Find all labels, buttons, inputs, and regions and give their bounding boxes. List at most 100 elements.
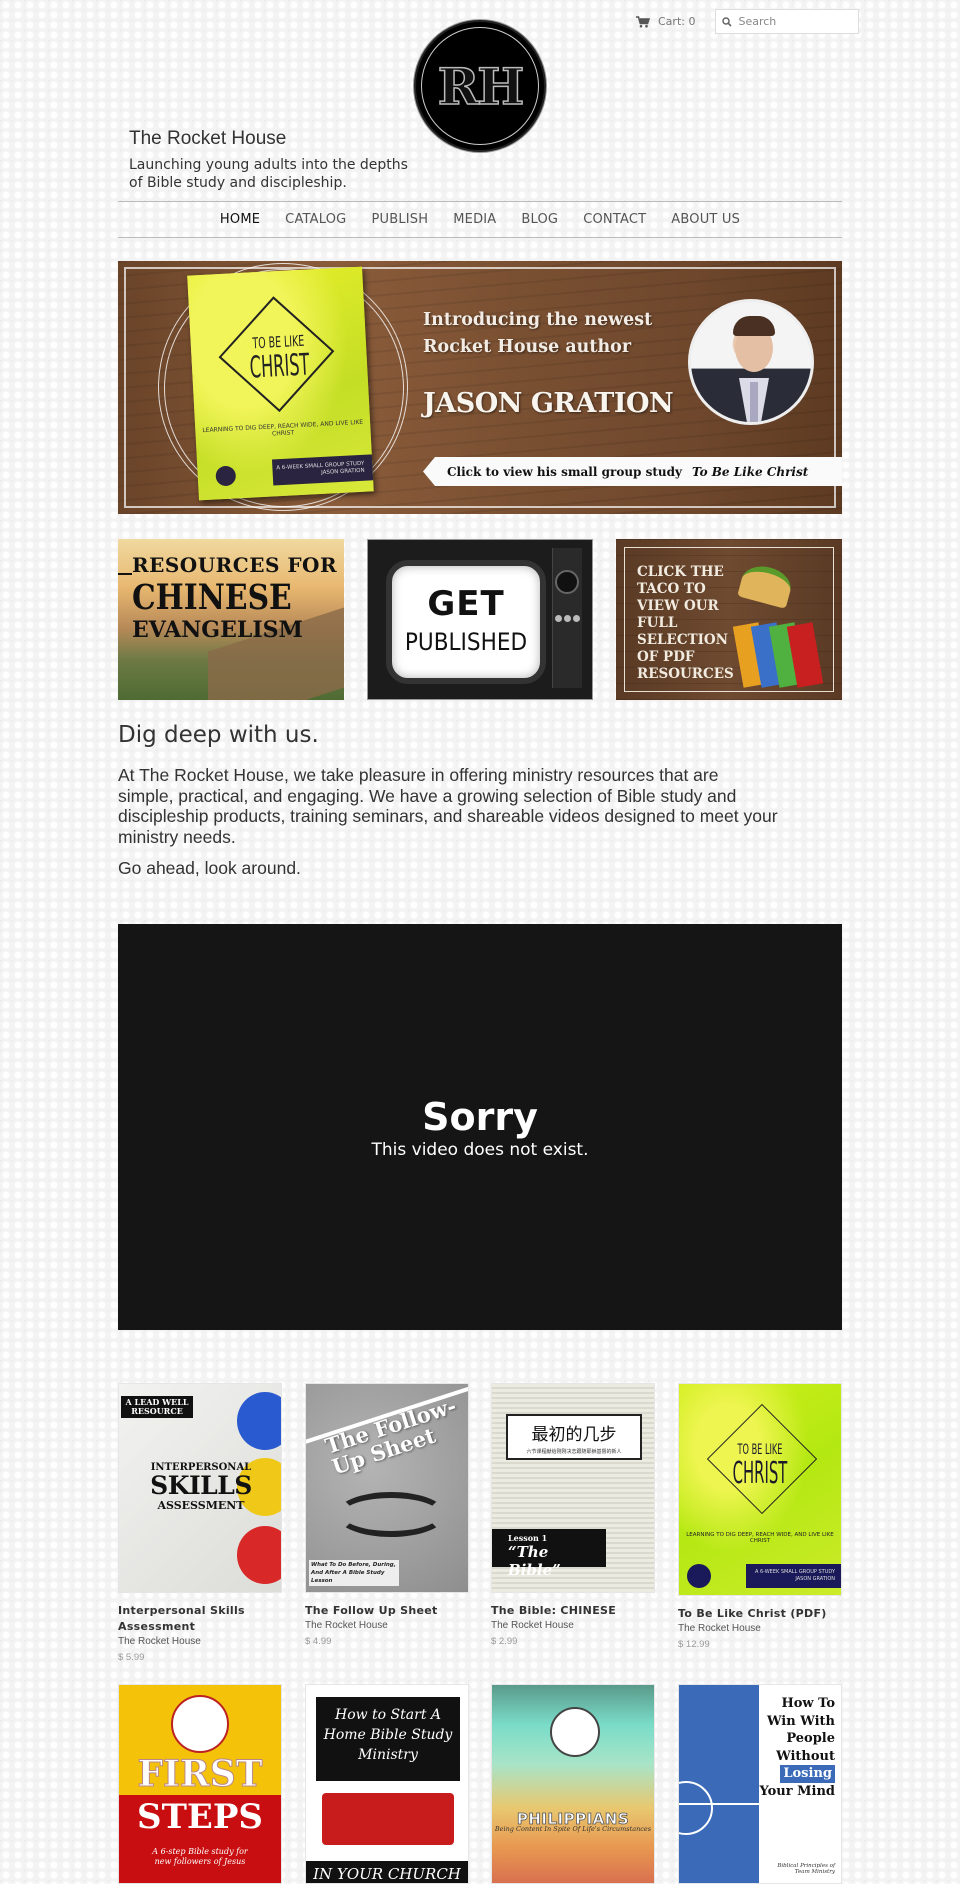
cover-title-highlight: Losing [780,1765,835,1783]
footprints-icon [171,1695,229,1753]
author-tie [750,382,758,422]
tile-line-3: EVANGELISM [132,617,303,643]
nav-blog[interactable]: BLOG [521,212,558,227]
red-dot [237,1526,281,1584]
product-name[interactable]: To Be Like Christ (PDF) [678,1606,842,1622]
video-error-title: Sorry [422,1095,538,1139]
product-image[interactable]: The Follow-Up Sheet What To Do Before, D… [305,1383,469,1593]
cover-title: The Follow-Up Sheet [322,1392,460,1480]
intro-line-2: Rocket House author [423,337,632,357]
product-price: $ 4.99 [305,1636,332,1647]
tile-caption: CLICK THE TACO TO VIEW OUR FULL SELECTIO… [637,564,734,682]
cover-title-c: ASSESSMENT [157,1499,245,1512]
video-embed[interactable]: Sorry This video does not exist. [118,924,842,1330]
tile-text: CLICK THE TACO TO VIEW OUR FULL SELECTIO… [637,564,737,683]
title-rule [118,573,132,575]
site-logo[interactable]: RH [414,20,546,152]
cover-subtitle: IN YOUR CHURCH [306,1861,468,1883]
publisher-seal [687,1564,711,1588]
cover-subtitle: Biblical Principles of Team Ministry [777,1863,835,1875]
tv-knob-icon [564,615,571,622]
product-card[interactable]: 最初的几步 六节课程献给刚刚决志跟随耶稣基督的新人 Lesson 1 “The … [491,1383,655,1647]
tile-pdf-resources[interactable]: CLICK THE TACO TO VIEW OUR FULL SELECTIO… [616,539,842,700]
author-photo [688,299,814,425]
product-image[interactable]: 最初的几步 六节课程献给刚刚决志跟随耶稣基督的新人 Lesson 1 “The … [491,1383,655,1593]
section-heading: Dig deep with us. [118,722,319,748]
cover-subtitle: What To Do Before, During, And After A B… [309,1560,399,1586]
cover-title-b: Your Mind [759,1783,835,1799]
publisher-seal [215,465,237,487]
site-tagline: Launching young adults into the depths o… [129,157,408,191]
cover-lesson-number: Lesson 1 [508,1533,548,1543]
intro-paragraph: At The Rocket House, we take pleasure in… [118,765,778,847]
tile-line-1: RESOURCES FOR [132,553,338,577]
product-image[interactable]: FIRST STEPS A 6-step Bible study for new… [118,1684,282,1884]
product-vendor: The Rocket House [678,1623,761,1634]
product-price: $ 12.99 [678,1639,710,1650]
product-image[interactable]: TO BE LIKE CHRIST LEARNING TO DIG DEEP, … [678,1383,842,1596]
main-nav: HOME CATALOG PUBLISH MEDIA BLOG CONTACT … [118,201,842,238]
search-box[interactable] [715,9,860,34]
hero-cta[interactable]: Click to view his small group study To B… [423,457,842,486]
hero-intro: Introducing the newest Rocket House auth… [423,307,652,361]
product-image[interactable]: How to Start A Home Bible Study Ministry… [305,1684,469,1884]
site-title[interactable]: The Rocket House [129,128,286,150]
product-card[interactable]: How To Win With People Without Losing Yo… [678,1684,842,1884]
nav-publish[interactable]: PUBLISH [371,212,428,227]
blue-dot [237,1392,281,1450]
nav-catalog[interactable]: CATALOG [285,212,346,227]
nav-media[interactable]: MEDIA [453,212,496,227]
product-vendor: The Rocket House [305,1620,388,1631]
product-name[interactable]: Interpersonal Skills Assessment [118,1603,282,1635]
product-image[interactable]: PHILIPPIANS Being Content In Spite Of Li… [491,1684,655,1884]
product-price: $ 5.99 [118,1652,145,1663]
product-name[interactable]: The Bible: CHINESE [491,1603,655,1619]
cover-title-2: STEPS [137,1797,263,1837]
nav-home[interactable]: HOME [220,212,260,227]
hero-book-cover: TO BE LIKE CHRIST LEARNING TO DIG DEEP, … [187,266,374,501]
nav-contact[interactable]: CONTACT [583,212,646,227]
author-name: JASON GRATION [423,388,674,419]
product-card[interactable]: The Follow-Up Sheet What To Do Before, D… [305,1383,469,1647]
tv-screen: GET PUBLISHED [386,560,546,684]
cart-link[interactable]: Cart: 0 [636,15,695,28]
nav-about-us[interactable]: ABOUT US [671,212,740,227]
cover-badge: A 6-WEEK SMALL GROUP STUDY JASON GRATION [746,1564,841,1588]
cover-title-1: FIRST [137,1753,263,1796]
cover-title-zh: 最初的几步 [531,1425,617,1445]
tile-get-published[interactable]: GET PUBLISHED [367,539,593,700]
sun-icon [550,1707,600,1757]
cover-subtitle: LEARNING TO DIG DEEP, REACH WIDE, AND LI… [686,1532,834,1544]
cover-title: How to Start A Home Bible Study Ministry [316,1697,460,1781]
search-icon [722,16,733,27]
cover-title: TO BE LIKE CHRIST [679,1442,841,1490]
tile-chinese-evangelism[interactable]: RESOURCES FOR CHINESE EVANGELISM [118,539,344,700]
product-card[interactable]: FIRST STEPS A 6-step Bible study for new… [118,1684,282,1884]
hero-banner[interactable]: TO BE LIKE CHRIST LEARNING TO DIG DEEP, … [118,261,842,514]
product-card[interactable]: TO BE LIKE CHRIST LEARNING TO DIG DEEP, … [678,1383,842,1650]
cover-title-box: 最初的几步 六节课程献给刚刚决志跟随耶稣基督的新人 [506,1414,642,1460]
cover-title-b: SKILLS [150,1471,252,1500]
play-diagram-graphic [679,1685,759,1883]
book-badge: A 6-WEEK SMALL GROUP STUDY JASON GRATION [271,454,374,486]
product-card[interactable]: PHILIPPIANS Being Content In Spite Of Li… [491,1684,655,1884]
search-input[interactable] [738,15,849,28]
cart-icon [636,15,650,27]
product-image[interactable]: How To Win With People Without Losing Yo… [678,1684,842,1884]
tv-dial-icon [555,570,579,594]
product-card[interactable]: How to Start A Home Bible Study Ministry… [305,1684,469,1884]
cycle-arrows-icon [336,1492,446,1537]
product-name[interactable]: The Follow Up Sheet [305,1603,469,1619]
book-title-main: CHRIST [248,347,311,386]
product-vendor: The Rocket House [118,1636,201,1647]
product-image[interactable]: A LEAD WELL RESOURCE INTERPERSONAL SKILL… [118,1383,282,1593]
product-vendor: The Rocket House [491,1620,574,1631]
tile-line-2: PUBLISHED [404,628,528,656]
product-card[interactable]: A LEAD WELL RESOURCE INTERPERSONAL SKILL… [118,1383,282,1663]
tile-line-1: GET [427,584,505,624]
product-price: $ 2.99 [491,1636,518,1647]
tv-knob-icon [555,615,562,622]
cover-title-a: How To Win With People Without [766,1696,835,1764]
cover-tag: A LEAD WELL RESOURCE [121,1396,193,1418]
author-hair [733,316,775,336]
